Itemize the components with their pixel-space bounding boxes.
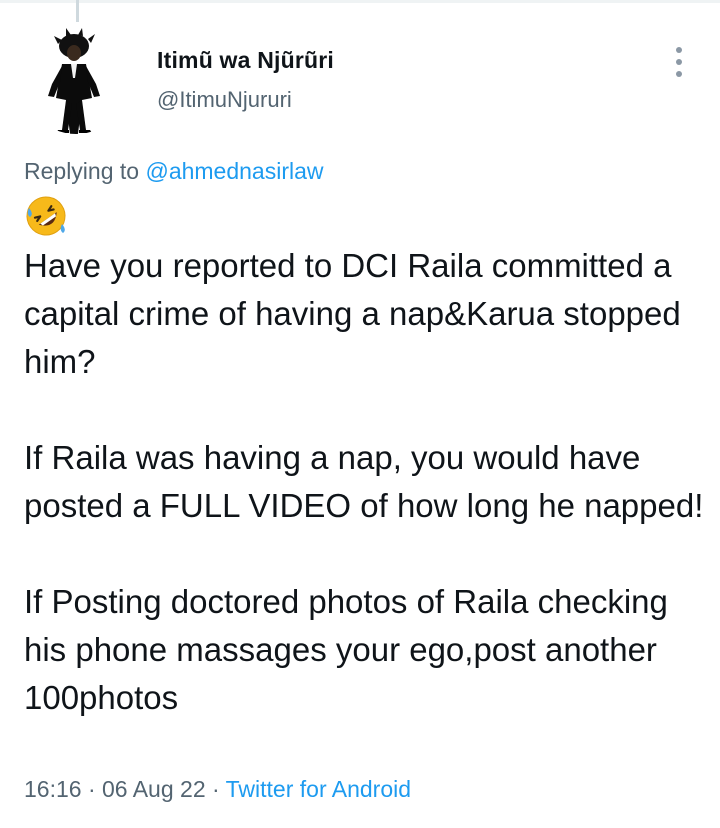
rolling-on-floor-laughing-icon [24,194,68,238]
tweet-source-link[interactable]: Twitter for Android [226,776,411,802]
top-divider [0,0,720,3]
more-vertical-icon-dot [676,59,682,65]
meta-separator: · [205,776,226,802]
more-options-button[interactable] [664,44,694,80]
meta-separator: · [81,776,103,802]
replying-to-label: Replying to [24,158,146,184]
avatar[interactable] [22,26,130,134]
tweet-metadata: 16:16 · 06 Aug 22 · Twitter for Android [24,776,411,803]
display-name[interactable]: Itimũ wa Njũrũri [157,47,334,74]
thread-connector-line [76,0,79,22]
tweet-text: Have you reported to DCI Raila committed… [24,247,704,716]
tweet-date[interactable]: 06 Aug 22 [102,776,206,802]
more-vertical-icon [676,47,682,53]
tweet-time[interactable]: 16:16 [24,776,82,802]
replying-to-mention[interactable]: @ahmednasirlaw [145,158,323,184]
more-vertical-icon-dot [676,71,682,77]
user-handle[interactable]: @ItimuNjururi [157,87,292,113]
replying-to-line: Replying to @ahmednasirlaw [24,158,324,185]
avatar-figure-icon [48,28,100,134]
